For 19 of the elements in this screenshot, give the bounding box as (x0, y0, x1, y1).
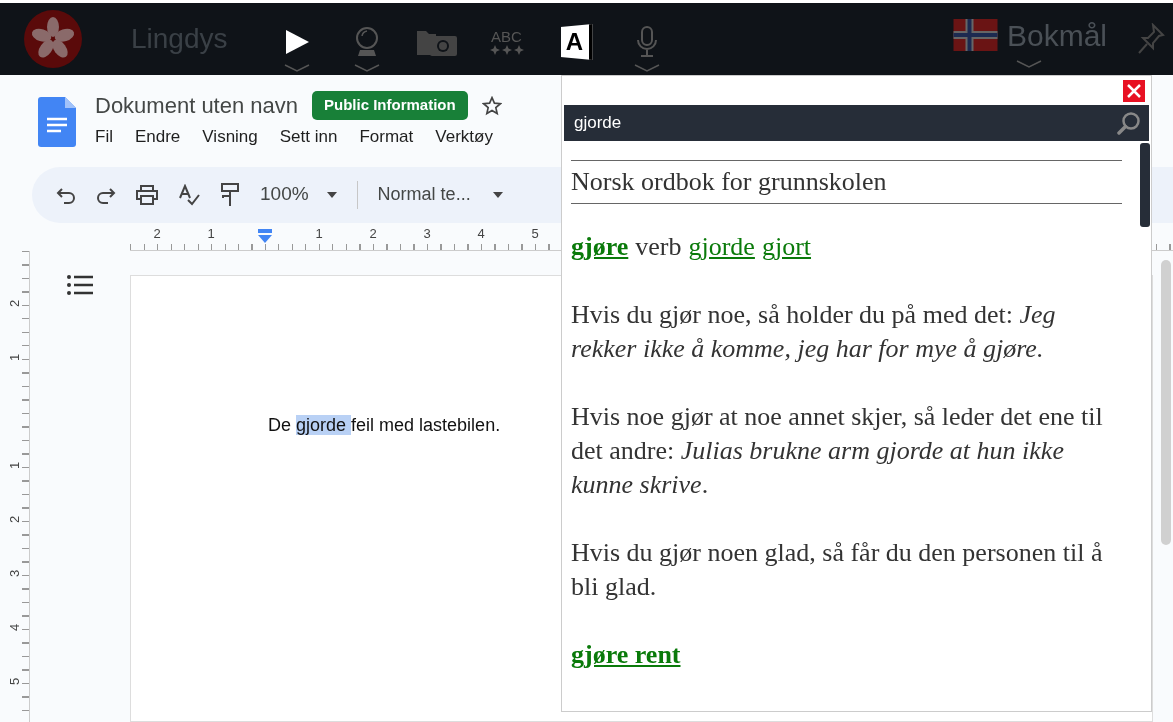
ruler-number: 4 (476, 226, 486, 241)
ruler-number: 2 (368, 226, 378, 241)
ruler-number: 4 (8, 623, 21, 632)
definition-text: Hvis noe gjør at noe annet skjer, så leder det ene til det andre: Julias brukne arm gjorde at hun ikke kunne skrive. (571, 401, 1104, 501)
ruler-number: 2 (8, 299, 21, 308)
ruler-number: 1 (314, 226, 324, 241)
ruler-number: 2 (8, 515, 21, 524)
ruler-number: 1 (8, 353, 21, 362)
ruler-number: 3 (8, 569, 21, 578)
ruler-number: 1 (206, 226, 216, 241)
definition-text: Hvis du gjør noen glad, så får du den personen til å bli glad. (571, 537, 1104, 603)
dictionary-source: Norsk ordbok for grunnskolen (571, 167, 887, 196)
word-class: verb (635, 231, 682, 263)
ruler-number: 3 (422, 226, 432, 241)
ruler-number: 1 (8, 461, 21, 470)
ruler-number: 5 (8, 677, 21, 686)
ruler-number: 2 (152, 226, 162, 241)
ruler-number: 5 (530, 226, 540, 241)
definition-text: Hvis du gjør noe, så holder du på med det: Jeg rekker ikke å komme, jeg har for mye å gjøre. (571, 299, 1057, 365)
